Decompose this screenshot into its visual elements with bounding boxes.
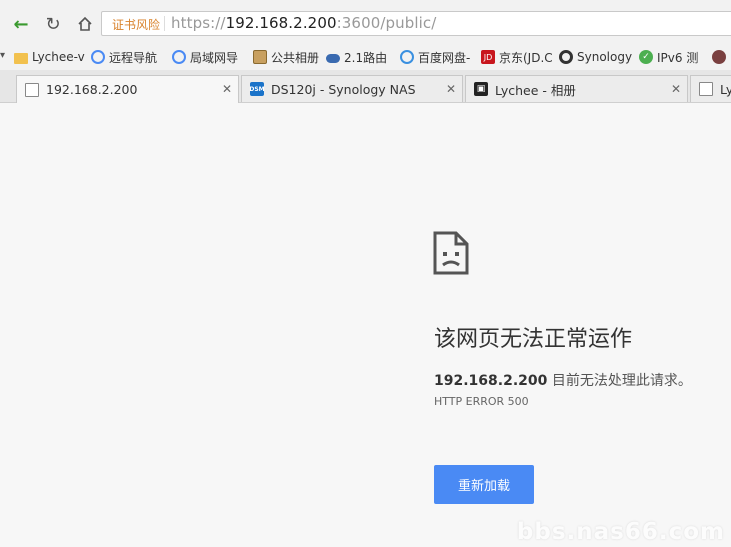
bookmark-synology[interactable]: Synology (559, 47, 632, 67)
tab-strip: 192.168.2.200 ✕ DSM DS120j - Synology NA… (0, 70, 731, 103)
avatar-icon (712, 50, 726, 64)
error-message-text: 目前无法处理此请求。 (547, 373, 692, 389)
bookmarks-more-icon[interactable]: ▾ (0, 50, 5, 61)
home-icon-glyph (78, 16, 92, 31)
tab-title: Lychee - 相册 (495, 82, 576, 98)
cert-warning-label[interactable]: 证书风险 (112, 16, 160, 33)
bookmark-public-album[interactable]: 公共相册 (253, 47, 319, 67)
bookmark-label: 公共相册 (271, 50, 320, 65)
error-message: 192.168.2.200 目前无法处理此请求。 (434, 370, 692, 390)
bookmark-lychee[interactable]: Lychee-v (14, 47, 85, 67)
home-icon[interactable] (72, 11, 98, 37)
page-icon (699, 82, 713, 96)
tab-title: Lyc (720, 81, 731, 97)
error-code: HTTP ERROR 500 (434, 395, 529, 408)
bookmark-label: Lychee-v (32, 50, 85, 64)
folder-icon (14, 52, 28, 64)
reload-icon[interactable]: ↻ (40, 11, 66, 37)
bookmarks-bar: ▾ Lychee-v 远程导航 局域网导 公共相册 2.1路由 百度网盘- JD… (0, 44, 731, 70)
back-arrow-icon[interactable]: ← (8, 11, 34, 37)
browser-toolbar: ← ↻ 证书风险 https://192.168.2.200:3600/publ… (0, 0, 731, 44)
divider (164, 16, 165, 31)
address-bar[interactable]: 证书风险 https://192.168.2.200:3600/public/ (101, 11, 731, 36)
tab-lychee-2[interactable]: Lyc (690, 75, 731, 102)
bookmark-label: 京东(JD.C (499, 50, 553, 65)
bookmark-jd[interactable]: JD 京东(JD.C (481, 47, 553, 67)
bookmark-label: Synology (577, 50, 633, 64)
check-icon: ✓ (639, 50, 653, 64)
url-path: :3600/public/ (336, 14, 437, 32)
bookmark-ipv6-test[interactable]: ✓ IPv6 测 (639, 47, 698, 67)
bookmark-baidu-pan[interactable]: 百度网盘- (400, 47, 470, 67)
close-icon[interactable]: ✕ (446, 82, 456, 96)
error-host: 192.168.2.200 (434, 373, 548, 389)
bookmark-label: 局域网导 (190, 50, 239, 65)
page-icon (25, 82, 39, 97)
lychee-icon: ▣ (474, 82, 488, 96)
bookmark-lan-nav[interactable]: 局域网导 (172, 47, 238, 67)
watermark: bbs.nas66.com (516, 519, 725, 545)
bookmark-router[interactable]: 2.1路由 (326, 47, 387, 67)
tab-title: DS120j - Synology NAS (271, 81, 416, 97)
bookmark-remote-nav[interactable]: 远程导航 (91, 47, 157, 67)
tab-title: 192.168.2.200 (46, 82, 138, 97)
cloud-icon (172, 50, 186, 64)
bookmark-label: 远程导航 (109, 50, 158, 65)
tab-lychee[interactable]: ▣ Lychee - 相册 ✕ (465, 75, 688, 102)
bookmark-label: 2.1路由 (344, 50, 388, 65)
close-icon[interactable]: ✕ (222, 82, 232, 96)
url-text[interactable]: https://192.168.2.200:3600/public/ (171, 14, 436, 32)
tab-current[interactable]: 192.168.2.200 ✕ (16, 75, 239, 103)
bookmark-overflow[interactable] (712, 47, 730, 67)
jd-icon: JD (481, 50, 495, 64)
url-scheme: https:// (171, 14, 226, 32)
dsm-icon: DSM (249, 82, 265, 96)
error-title: 该网页无法正常运作 (434, 327, 633, 352)
baidu-icon (400, 50, 414, 64)
bookmark-label: IPv6 测 (657, 50, 699, 65)
eye-icon (326, 54, 340, 63)
synology-icon (559, 50, 573, 64)
close-icon[interactable]: ✕ (671, 82, 681, 96)
cloud-icon (91, 50, 105, 64)
url-host: 192.168.2.200 (225, 14, 337, 32)
sad-page-icon (433, 231, 469, 279)
photo-icon (253, 50, 267, 64)
reload-button[interactable]: 重新加载 (434, 465, 534, 504)
tab-synology-nas[interactable]: DSM DS120j - Synology NAS ✕ (241, 75, 463, 102)
bookmark-label: 百度网盘- (418, 50, 471, 65)
